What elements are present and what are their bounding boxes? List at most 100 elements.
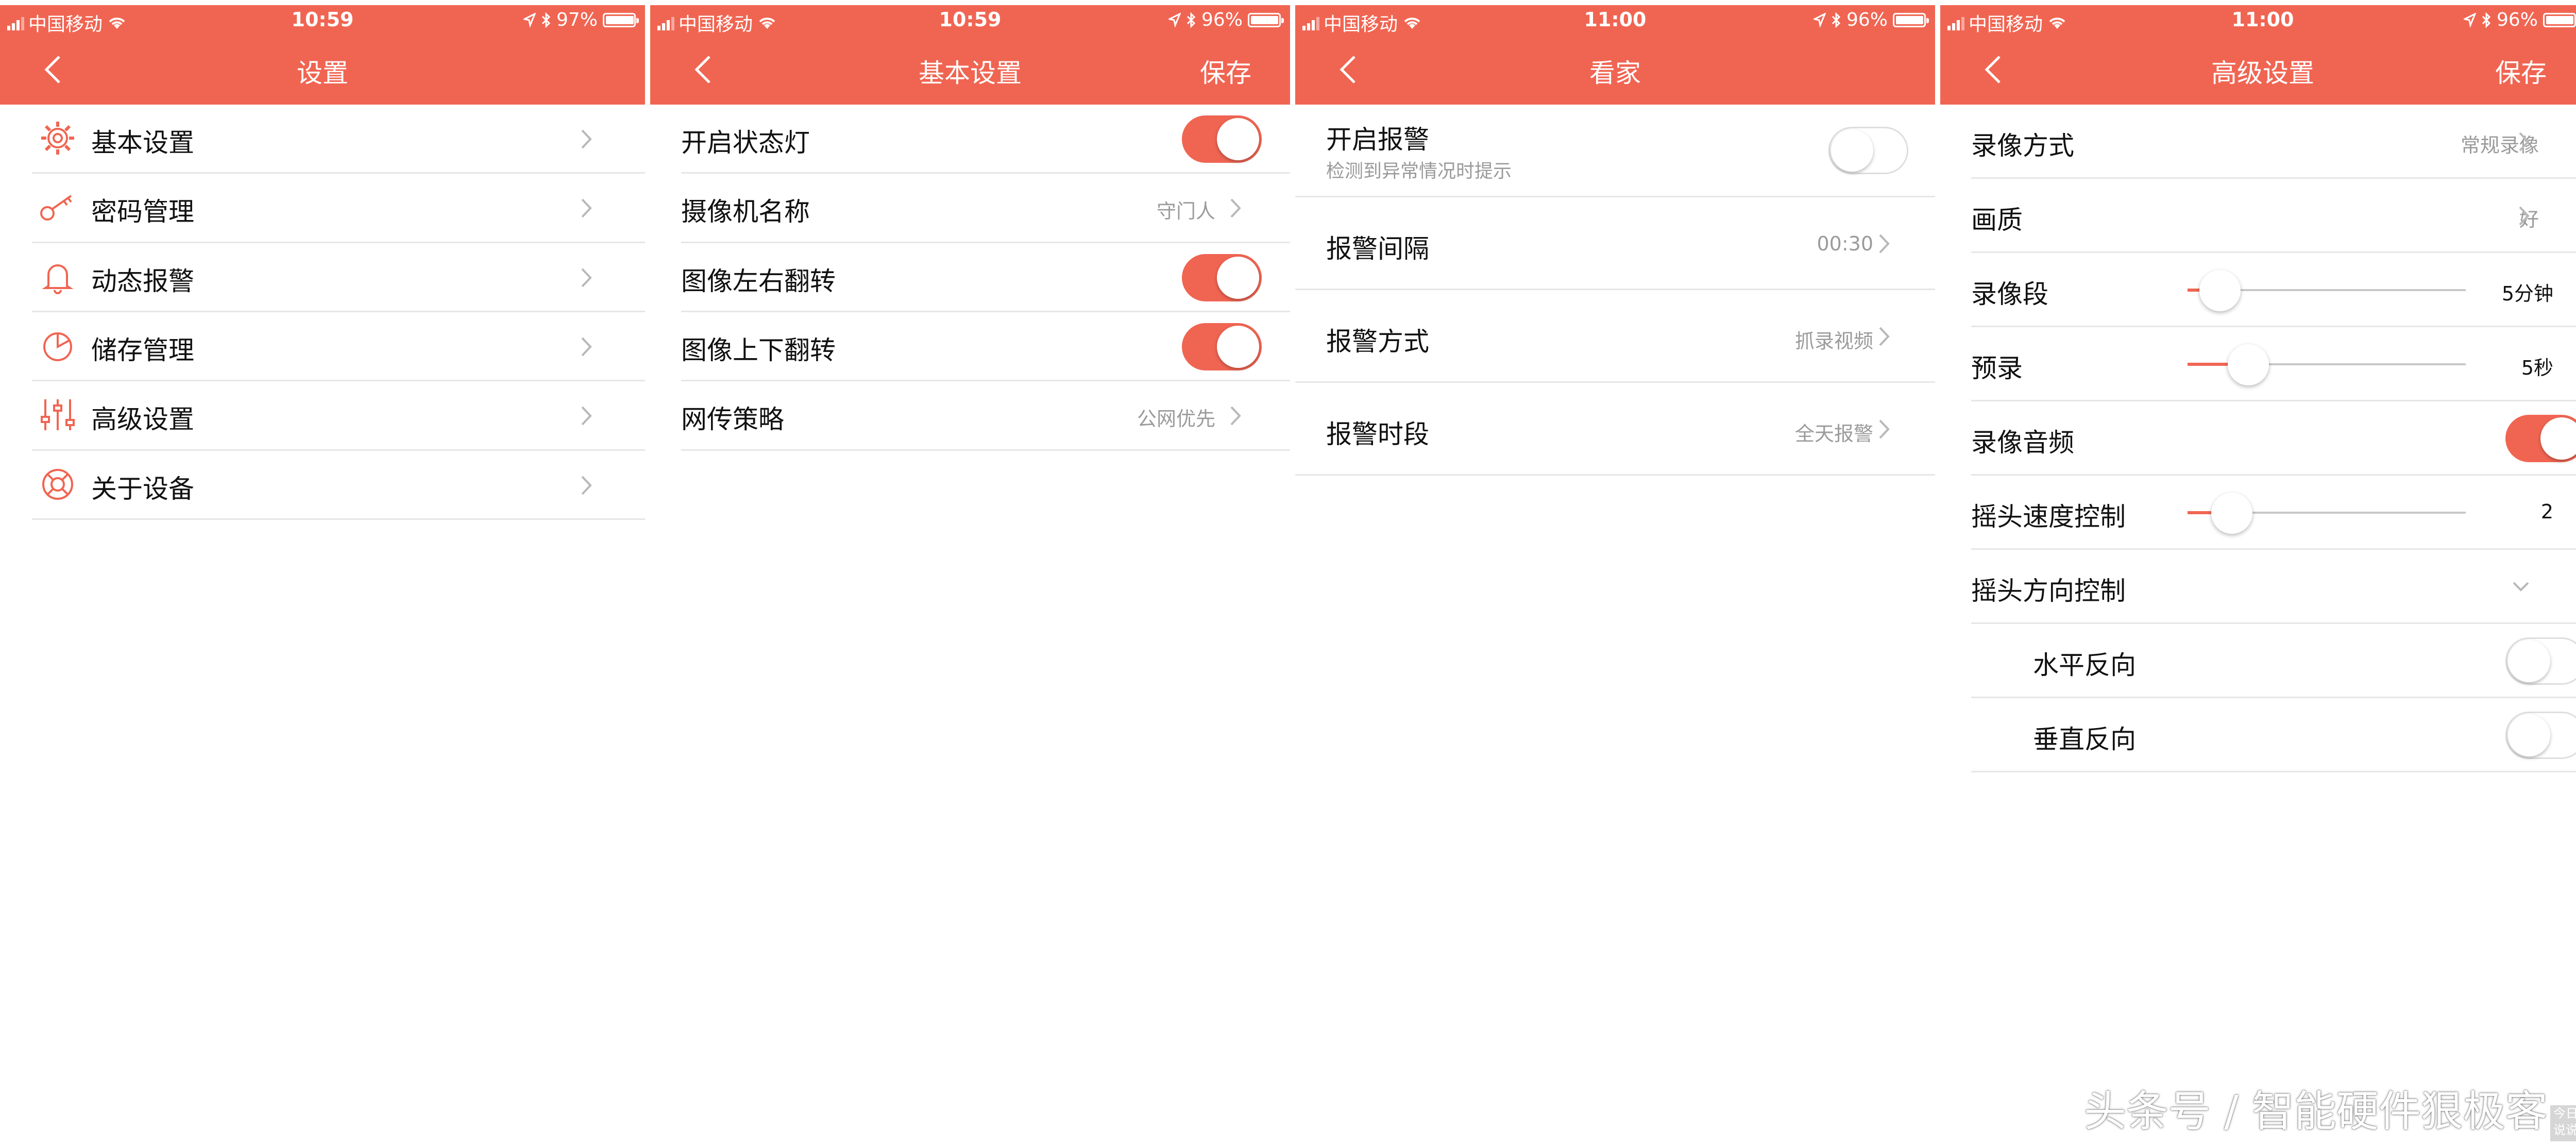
setting-flip-horizontal: 图像左右翻转 [650,243,1290,312]
menu-item-label: 储存管理 [91,335,194,365]
flip-horizontal-toggle[interactable] [1182,254,1262,301]
setting-camera-name[interactable]: 摄像机名称 守门人 [650,174,1290,243]
nav-bar: 高级设置 保存 [1940,41,2576,98]
pan-speed-slider[interactable] [2188,489,2466,536]
chevron-right-icon [1879,419,1890,439]
record-segment-slider[interactable] [2188,267,2466,313]
nav-bar: 设置 [0,41,645,98]
chevron-right-icon [581,337,592,357]
toggle-knob [2508,640,2550,682]
key-icon [40,195,72,221]
menu-item-label: 动态报警 [91,266,194,296]
status-bar: 中国移动 10:59 97% [0,5,645,36]
status-light-toggle[interactable] [1182,115,1262,163]
screen-home-watch: 中国移动 11:00 96% 看家 开启报警 检测到异常情况时提示 报警间隔 0… [1295,0,1935,1148]
setting-label: 录像方式 [1971,131,2074,161]
toggle-knob [1217,257,1259,299]
divider [32,518,645,520]
setting-label: 录像音频 [1971,428,2074,458]
menu-item-about-device[interactable]: 关于设备 [32,451,645,520]
setting-image-quality[interactable]: 画质 好 [1971,179,2576,253]
status-bar: 中国移动 11:00 96% [1940,5,2576,36]
divider [1295,474,1935,476]
setting-network-strategy[interactable]: 网传策略 公网优先 [650,381,1290,451]
network-strategy-value: 公网优先 [1137,408,1215,430]
nav-bar: 基本设置 保存 [650,41,1290,98]
menu-item-password[interactable]: 密码管理 [32,174,645,243]
menu-item-motion-alarm[interactable]: 动态报警 [32,243,645,312]
battery-percent: 96% [1846,9,1888,30]
slider-thumb[interactable] [2211,493,2252,534]
battery-percent: 96% [2496,9,2538,30]
chevron-right-icon [581,198,592,218]
setting-pan-direction[interactable]: 摇头方向控制 [1971,550,2576,624]
setting-label: 录像段 [1971,279,2048,309]
record-audio-toggle[interactable] [2505,415,2576,462]
menu-item-storage[interactable]: 储存管理 [32,312,645,381]
chevron-right-icon [2519,132,2530,151]
screen-basic-settings: 中国移动 10:59 96% 基本设置 保存 开启状态灯 摄像机名称 守门人 图… [650,0,1290,1148]
chevron-right-icon [581,476,592,495]
slider-thumb[interactable] [2199,270,2241,311]
battery-icon [603,12,639,27]
chevron-right-icon [2519,206,2530,226]
screen-settings: 中国移动 10:59 97% 设置 基本设置 密码管理 动态报警 储存管理 高级… [0,0,645,1148]
setting-label: 报警时段 [1326,419,1429,449]
enable-alarm-toggle[interactable] [1828,127,1908,174]
slider-thumb[interactable] [2228,344,2269,385]
battery-icon [1248,12,1284,27]
setting-alarm-interval[interactable]: 报警间隔 00:30 [1295,197,1935,290]
vertical-reverse-toggle[interactable] [2505,712,2576,759]
setting-pan-speed: 摇头速度控制 2 [1971,476,2576,550]
pre-record-value: 5秒 [2521,357,2553,379]
bluetooth-icon [1832,12,1841,28]
setting-label: 摇头方向控制 [1971,576,2126,606]
page-title: 设置 [297,58,348,88]
setting-label: 图像左右翻转 [681,266,836,296]
status-right: 96% [1168,9,1284,30]
chevron-right-icon [1230,198,1241,218]
location-icon [1168,12,1181,27]
battery-percent: 97% [556,9,598,30]
menu-item-label: 高级设置 [91,404,194,434]
alarm-method-value: 抓录视频 [1794,330,1873,352]
chevron-right-icon [581,406,592,426]
toggle-knob [2540,417,2576,460]
location-icon [1813,12,1826,27]
chevron-right-icon [1879,327,1890,346]
horizontal-reverse-toggle[interactable] [2505,637,2576,685]
menu-item-label: 密码管理 [91,197,194,227]
toggle-knob [1831,129,1873,172]
page-title: 高级设置 [2211,58,2314,88]
record-segment-value: 5分钟 [2501,282,2553,305]
sliders-icon [41,399,75,430]
bluetooth-icon [1187,12,1196,28]
toggle-knob [1217,326,1259,368]
corner-badge: 今日说说 [2550,1105,2576,1141]
menu-item-advanced-settings[interactable]: 高级设置 [32,381,645,451]
setting-label: 开启报警 [1326,125,1429,155]
setting-alarm-method[interactable]: 报警方式 抓录视频 [1295,290,1935,383]
setting-label: 摇头速度控制 [1971,502,2126,532]
battery-percent: 96% [1201,9,1243,30]
flip-vertical-toggle[interactable] [1182,323,1262,370]
pie-chart-icon [43,332,72,361]
location-icon [523,12,536,27]
setting-enable-alarm: 开启报警 检测到异常情况时提示 [1295,105,1935,197]
setting-pre-record: 预录 5秒 [1971,327,2576,401]
bluetooth-icon [541,12,551,28]
pre-record-slider[interactable] [2188,341,2466,387]
bell-icon [42,264,74,294]
camera-name-value: 守门人 [1156,200,1215,223]
setting-label: 水平反向 [2033,650,2136,680]
setting-alarm-period[interactable]: 报警时段 全天报警 [1295,383,1935,476]
chevron-down-icon [2513,582,2529,592]
setting-label: 图像上下翻转 [681,335,836,365]
menu-item-basic-settings[interactable]: 基本设置 [32,105,645,174]
toggle-knob [1217,118,1259,160]
save-button[interactable]: 保存 [2495,53,2547,90]
setting-record-mode[interactable]: 录像方式 常规录像 [1971,105,2576,179]
chevron-right-icon [581,268,592,288]
save-button[interactable]: 保存 [1200,53,1251,90]
setting-label: 垂直反向 [2033,724,2136,754]
